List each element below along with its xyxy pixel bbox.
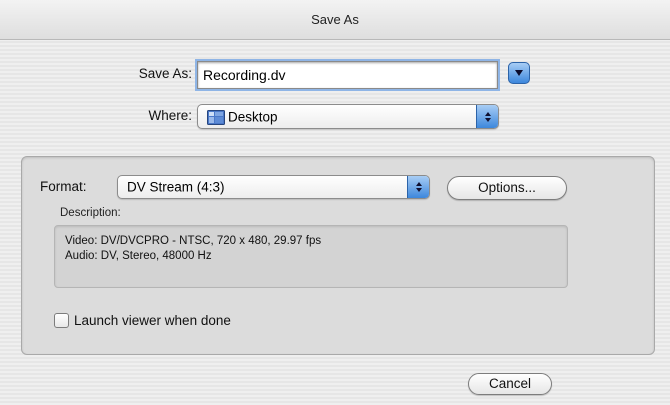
save-as-filename-input[interactable] — [195, 59, 500, 91]
save-as-label: Save As: — [138, 66, 192, 81]
disclosure-triangle-button[interactable] — [508, 62, 530, 84]
format-popup-value: DV Stream (4:3) — [127, 179, 225, 195]
window-title: Save As — [0, 0, 670, 40]
description-video-line: Video: DV/DVCPRO - NTSC, 720 x 480, 29.9… — [65, 235, 322, 247]
description-box: Video: DV/DVCPRO - NTSC, 720 x 480, 29.9… — [54, 225, 568, 288]
launch-viewer-checkbox[interactable] — [54, 313, 69, 328]
format-popup-arrows-icon — [407, 176, 429, 198]
format-label: Format: — [40, 179, 87, 194]
options-button[interactable]: Options... — [447, 176, 567, 200]
where-label: Where: — [148, 108, 192, 123]
launch-viewer-label[interactable]: Launch viewer when done — [74, 313, 334, 328]
cancel-button[interactable]: Cancel — [468, 373, 552, 395]
format-popup[interactable]: DV Stream (4:3) — [117, 175, 430, 199]
where-popup[interactable]: Desktop — [197, 104, 499, 129]
save-as-dialog: Save As Save As: Where: Desktop Format: … — [0, 0, 670, 405]
where-popup-arrows-icon — [476, 105, 498, 128]
desktop-folder-icon — [207, 110, 225, 125]
description-audio-line: Audio: DV, Stereo, 48000 Hz — [65, 250, 212, 262]
description-label: Description: — [60, 207, 121, 219]
where-popup-value: Desktop — [228, 109, 278, 124]
chevron-down-icon — [515, 70, 523, 76]
